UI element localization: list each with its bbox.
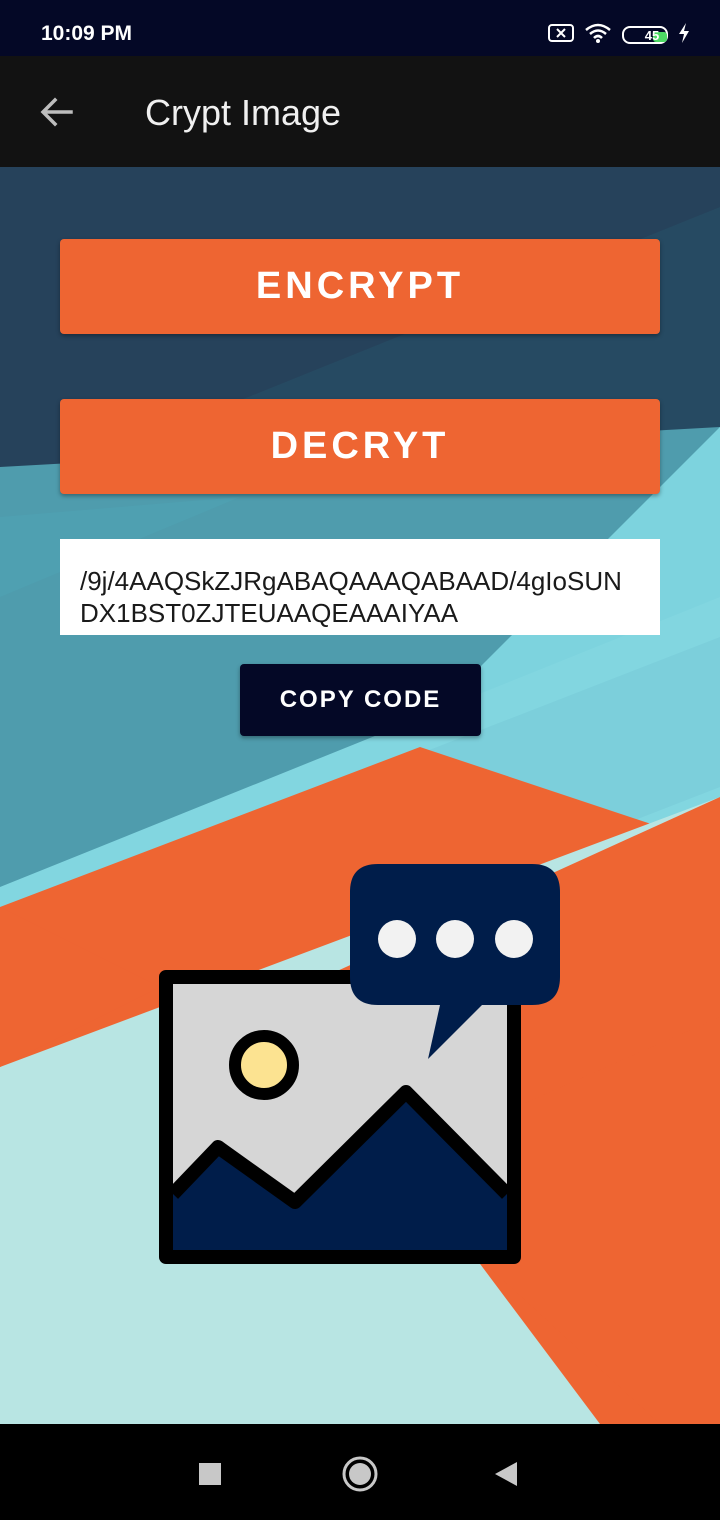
recents-button[interactable] bbox=[188, 1452, 232, 1496]
navigation-bar bbox=[0, 1424, 720, 1520]
charging-bolt-icon bbox=[678, 22, 690, 48]
battery-icon: 45 bbox=[622, 26, 668, 44]
image-message-icon bbox=[159, 864, 560, 1264]
back-button[interactable] bbox=[28, 84, 84, 140]
status-bar: 10:09 PM 45 bbox=[0, 0, 720, 56]
status-time: 10:09 PM bbox=[41, 22, 133, 45]
copy-code-button[interactable]: COPY CODE bbox=[240, 664, 481, 736]
encrypt-button[interactable]: ENCRYPT bbox=[60, 239, 660, 334]
decrypt-button[interactable]: DECRYT bbox=[60, 399, 660, 494]
back-triangle-icon bbox=[495, 1462, 517, 1486]
recents-square-icon bbox=[199, 1463, 221, 1485]
sim-x-icon bbox=[548, 23, 574, 48]
arrow-back-icon bbox=[40, 97, 73, 127]
back-nav-button[interactable] bbox=[484, 1452, 528, 1496]
home-button[interactable] bbox=[338, 1452, 382, 1496]
home-circle-icon bbox=[342, 1456, 378, 1492]
app-bar: Crypt Image bbox=[0, 56, 720, 167]
main-content: ENCRYPT DECRYT /9j/4AAQSkZJRgABAQAAAQABA… bbox=[0, 167, 720, 1424]
battery-level: 45 bbox=[644, 27, 660, 43]
status-icons: 45 bbox=[548, 22, 690, 48]
app-title: Crypt Image bbox=[145, 92, 342, 133]
wifi-icon bbox=[584, 22, 612, 49]
code-output-field[interactable]: /9j/4AAQSkZJRgABAQAAAQABAAD/4gIoSUNDX1BS… bbox=[60, 539, 660, 635]
